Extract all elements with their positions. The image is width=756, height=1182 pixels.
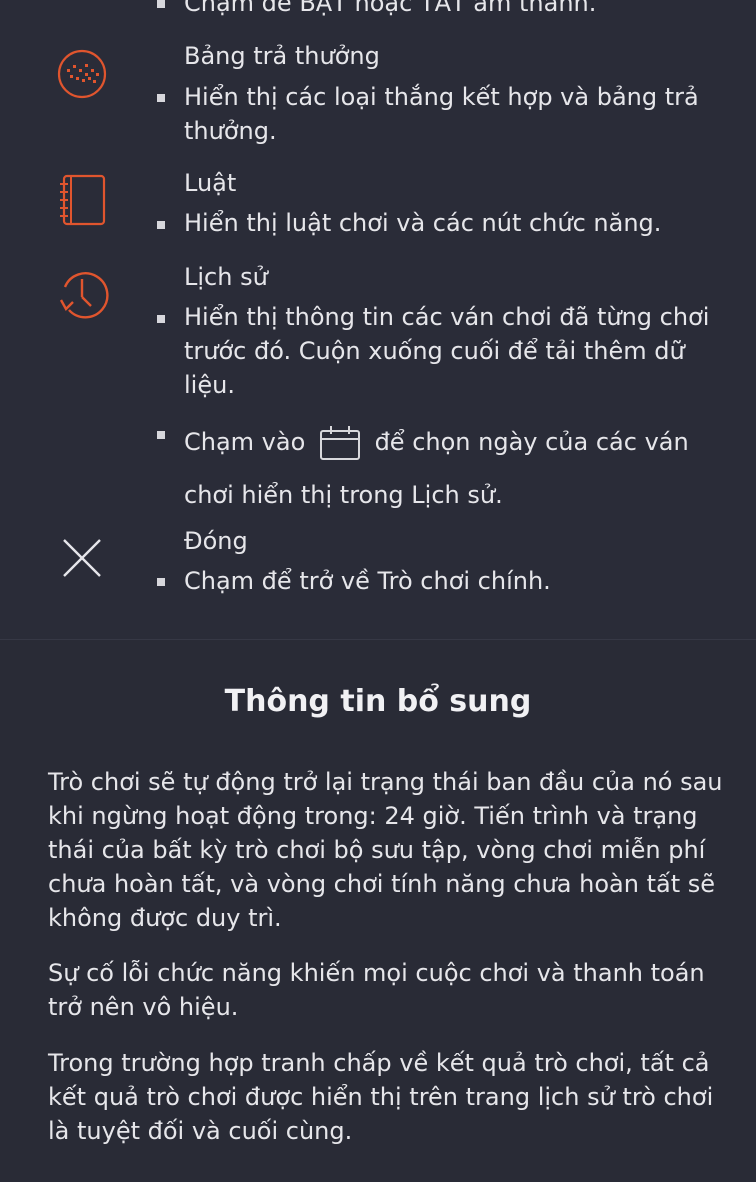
additional-info-paragraph-1: Trò chơi sẽ tự động trở lại trạng thái b… (48, 768, 723, 932)
sound-description: Chạm để BẬT hoặc TẮT âm thanh. (184, 0, 597, 17)
bullet (157, 578, 165, 586)
bullet (157, 315, 165, 323)
history-clock-icon (59, 272, 109, 319)
rules-title: Luật (184, 169, 237, 197)
calendar-instruction-prefix: Chạm vào (184, 428, 306, 456)
close-title: Đóng (184, 527, 248, 555)
additional-info-title: Thông tin bổ sung (224, 684, 532, 719)
close-icon (63, 539, 101, 577)
additional-info-paragraph-2: Sự cố lỗi chức năng khiến mọi cuộc chơi … (48, 959, 705, 1021)
additional-info-paragraph-3: Trong trường hợp tranh chấp về kết quả t… (48, 1049, 714, 1145)
calendar-icon (319, 426, 360, 460)
rules-description: Hiển thị luật chơi và các nút chức năng. (184, 209, 662, 237)
rules-notebook-icon (60, 174, 106, 226)
paytable-description: Hiển thị các loại thắng kết hợp và bảng … (184, 83, 699, 145)
bullet (157, 431, 165, 439)
sound-icon (60, 0, 104, 10)
paytable-title: Bảng trả thưởng (184, 42, 380, 70)
history-title: Lịch sử (184, 263, 268, 291)
help-list: Chạm để BẬT hoặc TẮT âm thanh. Bảng trả … (0, 0, 756, 638)
history-calendar-instruction: Chạm vào để chọn ngày của các ván chơi h… (184, 416, 732, 522)
paytable-icon (57, 49, 107, 99)
bullet (157, 0, 165, 8)
close-description: Chạm để trở về Trò chơi chính. (184, 567, 551, 595)
history-description: Hiển thị thông tin các ván chơi đã từng … (184, 303, 710, 399)
bullet (157, 94, 165, 102)
bullet (157, 221, 165, 229)
